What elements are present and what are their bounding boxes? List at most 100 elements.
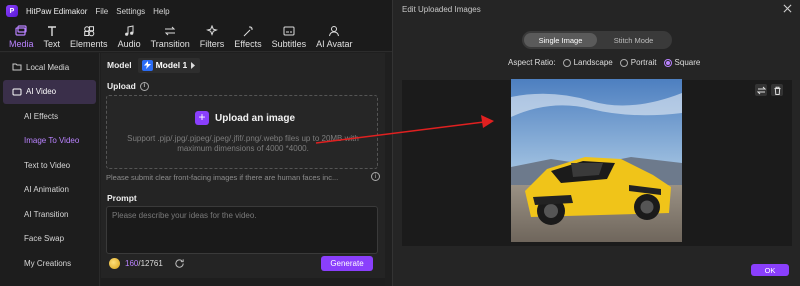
sidebar-item-label: Local Media [26, 62, 70, 72]
sidebar-item-ai-animation[interactable]: AI Animation [0, 178, 99, 203]
sidebar-item-label: Text to Video [24, 160, 71, 170]
sidebar-item-label: Image To Video [24, 136, 80, 146]
tool-transition[interactable]: Transition [146, 21, 195, 51]
tool-effects-label: Effects [234, 39, 262, 49]
folder-icon [12, 63, 22, 71]
aspect-portrait-radio[interactable]: Portrait [619, 58, 657, 67]
upload-button-label: Upload an image [215, 112, 296, 124]
model-value: Model 1 [155, 60, 188, 70]
radio-label: Landscape [573, 58, 613, 67]
aspect-ratio-label: Aspect Ratio: [508, 58, 556, 67]
tool-text[interactable]: Text [39, 21, 66, 51]
chevron-right-icon [191, 61, 196, 69]
elements-icon [82, 24, 96, 38]
radio-circle-selected [663, 58, 672, 67]
model-row: Model Model 1 [107, 57, 201, 73]
prompt-label: Prompt [107, 193, 137, 203]
audio-icon [122, 24, 136, 38]
aspect-square-radio[interactable]: Square [663, 58, 701, 67]
sidebar-item-label: My Creations [24, 258, 72, 268]
upload-image-button[interactable]: + Upload an image [195, 111, 295, 125]
sidebar: Local Media AI Video AI Effects Image To… [0, 53, 100, 286]
main-toolbar: Media Text Elements Audio Transition Fil… [0, 22, 392, 52]
tool-subtitles-label: Subtitles [271, 39, 307, 49]
refresh-icon[interactable] [174, 258, 185, 269]
model-dropdown[interactable]: Model 1 [137, 57, 201, 73]
delete-image-button[interactable] [771, 84, 783, 96]
transition-icon [163, 24, 177, 38]
subtitles-icon [282, 24, 296, 38]
uploaded-image-preview[interactable] [511, 79, 682, 242]
prompt-input[interactable]: Please describe your ideas for the video… [106, 206, 378, 254]
tool-media[interactable]: Media [4, 21, 39, 51]
effects-icon [241, 24, 255, 38]
menu-file[interactable]: File [95, 7, 108, 16]
tool-filters-label: Filters [199, 39, 225, 49]
radio-label: Square [674, 58, 701, 67]
tool-effects[interactable]: Effects [229, 21, 266, 51]
app-title: HitPaw Edimakor [26, 6, 88, 16]
sidebar-item-label: AI Video [26, 87, 57, 97]
menu-help[interactable]: Help [153, 7, 169, 16]
car-photo [511, 79, 682, 242]
menu-settings[interactable]: Settings [116, 7, 145, 16]
plus-icon: + [195, 111, 209, 125]
aspect-ratio-row: Aspect Ratio: Landscape Portrait Square [508, 58, 700, 67]
sidebar-item-ai-effects[interactable]: AI Effects [0, 104, 99, 129]
swap-image-button[interactable] [755, 84, 767, 96]
dialog-titlebar: Edit Uploaded Images [393, 0, 800, 18]
model-label: Model [107, 60, 132, 70]
image-to-video-panel: Model Model 1 Upload i + Upload an image… [101, 53, 385, 286]
dialog-title: Edit Uploaded Images [402, 4, 481, 14]
image-preview-area [402, 79, 792, 246]
sidebar-item-local-media[interactable]: Local Media [3, 55, 96, 80]
tool-subtitles[interactable]: Subtitles [267, 21, 312, 51]
ok-button[interactable]: OK [751, 264, 789, 276]
radio-label: Portrait [630, 58, 657, 67]
app-logo: P [6, 5, 18, 17]
tool-media-label: Media [9, 39, 34, 49]
face-guidance-note: Please submit clear front-facing images … [106, 173, 339, 182]
sidebar-item-ai-transition[interactable]: AI Transition [0, 202, 99, 227]
trash-icon [774, 86, 780, 95]
sidebar-item-my-creations[interactable]: My Creations [0, 251, 99, 276]
prompt-placeholder: Please describe your ideas for the video… [112, 211, 257, 220]
tool-elements[interactable]: Elements [65, 21, 113, 51]
radio-circle [562, 58, 571, 67]
aspect-landscape-radio[interactable]: Landscape [562, 58, 613, 67]
upload-dropzone[interactable]: + Upload an image Support .pjp/.jpg/.pjp… [106, 95, 378, 169]
mode-toggle: Single Image Stitch Mode [522, 31, 672, 49]
tool-text-label: Text [43, 39, 61, 49]
credits-used: 160 [125, 259, 139, 268]
coin-icon [109, 258, 120, 269]
sidebar-item-label: Face Swap [24, 234, 65, 244]
tool-filters[interactable]: Filters [195, 21, 230, 51]
lightning-icon [141, 59, 153, 71]
sidebar-item-label: AI Effects [24, 111, 59, 121]
tool-ai-avatar[interactable]: AI Avatar [311, 21, 357, 51]
tool-audio[interactable]: Audio [113, 21, 146, 51]
credits-total: /12761 [138, 259, 163, 268]
sidebar-item-label: AI Animation [24, 185, 69, 195]
ai-video-icon [12, 88, 22, 96]
radio-circle [619, 58, 628, 67]
edit-uploaded-images-dialog: Edit Uploaded Images Single Image Stitch… [392, 0, 800, 286]
close-icon[interactable] [783, 4, 792, 13]
sidebar-item-image-to-video[interactable]: Image To Video [0, 129, 99, 154]
tool-audio-label: Audio [117, 39, 141, 49]
swap-icon [756, 86, 766, 94]
tab-single-image[interactable]: Single Image [524, 33, 597, 47]
info-icon[interactable]: i [139, 81, 149, 91]
tool-elements-label: Elements [70, 39, 108, 49]
sidebar-item-ai-video[interactable]: AI Video [3, 79, 96, 104]
info-icon[interactable]: i [371, 172, 380, 181]
menu-bar: P HitPaw Edimakor File Settings Help [0, 0, 392, 22]
tool-ai-avatar-label: AI Avatar [316, 39, 353, 49]
upload-section-label: Upload i [107, 81, 149, 91]
sidebar-item-text-to-video[interactable]: Text to Video [0, 153, 99, 178]
panel-footer [101, 278, 385, 286]
tab-stitch-mode[interactable]: Stitch Mode [597, 33, 670, 47]
sidebar-item-face-swap[interactable]: Face Swap [0, 227, 99, 252]
editor-app-window: P HitPaw Edimakor File Settings Help Med… [0, 0, 392, 286]
generate-button[interactable]: Generate [321, 256, 373, 271]
